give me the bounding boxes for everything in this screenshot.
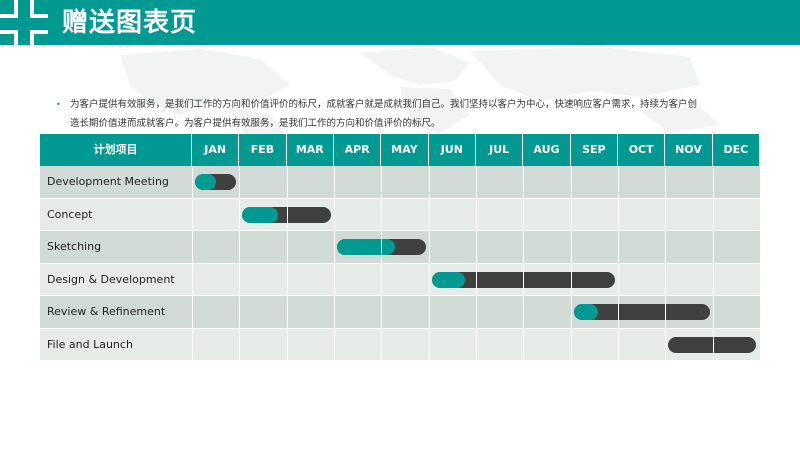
- grid-divider: [523, 166, 525, 361]
- month-header-jul: JUL: [476, 134, 524, 166]
- grid-divider: [618, 166, 619, 361]
- month-header-feb: FEB: [239, 134, 287, 166]
- task-label: Review & Refinement: [47, 305, 166, 318]
- grid-divider: [286, 166, 288, 361]
- gantt-row: Sketching: [40, 231, 760, 264]
- grid-divider: [665, 166, 667, 361]
- cross-logo-icon: [0, 0, 48, 45]
- task-label: Concept: [47, 207, 93, 221]
- month-header-nov: NOV: [665, 134, 713, 166]
- task-progress-fill: [337, 239, 395, 256]
- month-header-oct: OCT: [618, 134, 666, 166]
- task-label: Design & Development: [47, 272, 175, 286]
- intro-paragraph: • 为客户提供有效服务，是我们工作的方向和价值评价的标尺，成就客户就是成就我们自…: [56, 95, 750, 133]
- grid-divider: [381, 166, 383, 361]
- task-progress-fill: [573, 304, 599, 321]
- grid-divider: [760, 166, 761, 361]
- gantt-header: 计划项目 JAN FEB MAR APR MAY JUN JUL AUG SEP OCT NOV DE…: [40, 134, 760, 166]
- month-header-sep: SEP: [571, 134, 618, 166]
- task-bar: [195, 174, 237, 191]
- gantt-row: Development Meeting: [40, 166, 760, 199]
- month-header-mar: MAR: [287, 134, 334, 166]
- month-header-aug: AUG: [523, 134, 571, 166]
- grid-divider: [712, 166, 714, 361]
- grid-divider: [428, 166, 430, 361]
- grid-divider: [476, 166, 477, 361]
- grid-divider: [334, 166, 335, 361]
- task-bar: [573, 304, 710, 321]
- task-label: File and Launch: [47, 337, 133, 351]
- month-header-may: MAY: [381, 134, 429, 166]
- gantt-row: Design & Development: [40, 263, 760, 296]
- gantt-row: Concept: [40, 198, 760, 231]
- month-header-apr: APR: [334, 134, 382, 166]
- task-label: Development Meeting: [47, 175, 169, 188]
- intro-line-2: 造长期价值进而成就客户。为客户提供有效服务，是我们工作的方向和价值评价的标尺。: [70, 118, 441, 129]
- task-progress-fill: [242, 206, 278, 223]
- task-progress-fill: [431, 271, 465, 288]
- column-header-tasks: 计划项目: [40, 134, 192, 166]
- task-progress-fill: [195, 174, 216, 191]
- page-title: 赠送图表页: [62, 8, 198, 38]
- intro-line-1: 为客户提供有效服务，是我们工作的方向和价值评价的标尺，成就客户就是成就我们自己。…: [70, 99, 698, 110]
- month-header-jan: JAN: [192, 134, 240, 166]
- grid-divider: [192, 166, 193, 361]
- gantt-row: File and Launch: [40, 328, 760, 361]
- month-header-dec: DEC: [713, 134, 760, 166]
- month-header-jun: JUN: [429, 134, 476, 166]
- gantt-row: Review & Refinement: [40, 296, 760, 329]
- grid-divider: [239, 166, 241, 361]
- bullet-icon: •: [56, 100, 61, 109]
- gantt-chart: 计划项目 JAN FEB MAR APR MAY JUN JUL AUG SEP OCT NOV DE…: [40, 134, 761, 361]
- grid-divider: [570, 166, 572, 361]
- task-label: Sketching: [47, 240, 102, 253]
